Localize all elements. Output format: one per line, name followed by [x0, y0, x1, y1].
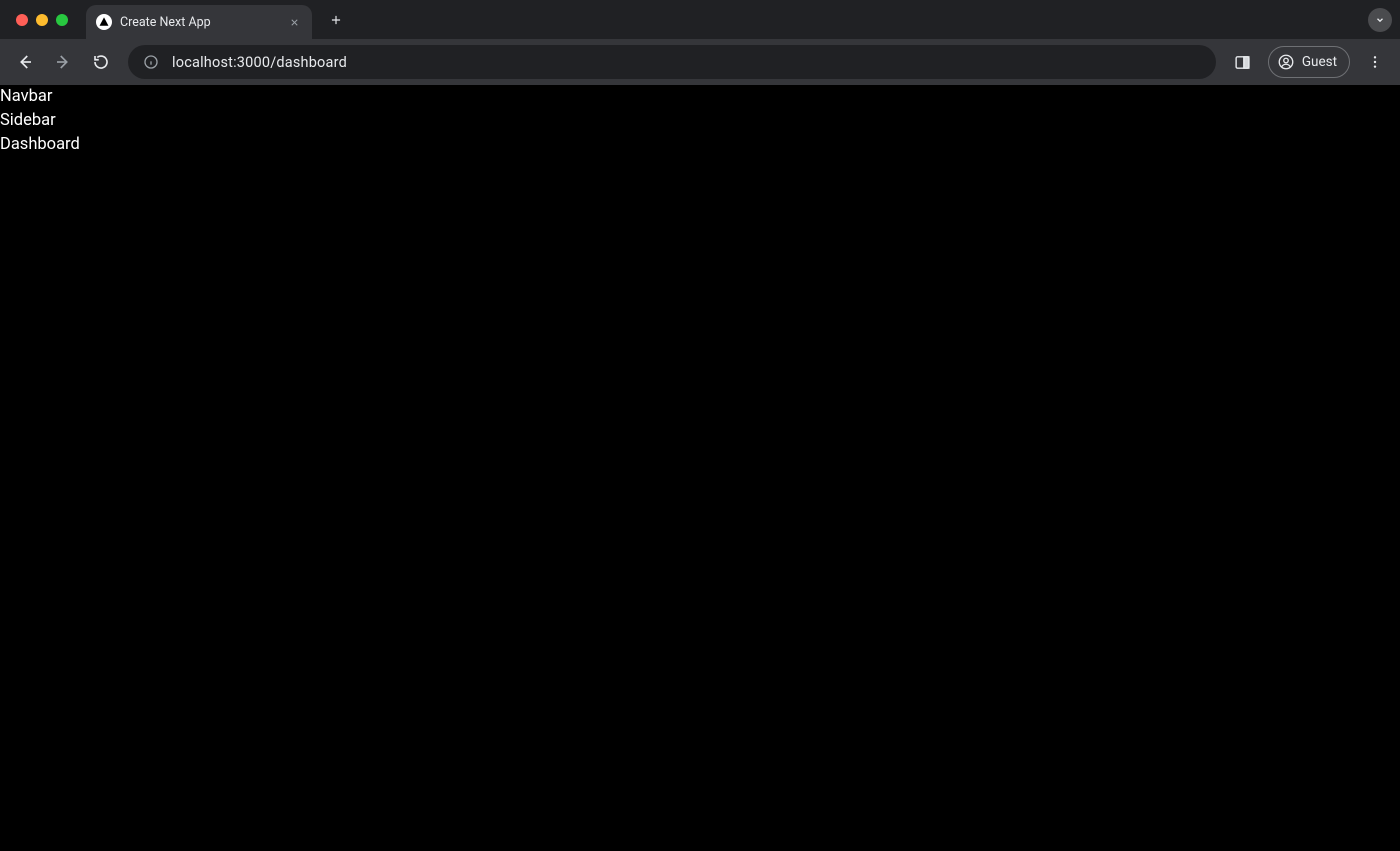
- address-bar[interactable]: localhost:3000/dashboard: [128, 45, 1216, 79]
- browser-tab[interactable]: Create Next App: [86, 5, 312, 39]
- forward-button[interactable]: [46, 45, 80, 79]
- profile-button[interactable]: Guest: [1268, 46, 1350, 78]
- dashboard-text: Dashboard: [0, 133, 1400, 157]
- url-text: localhost:3000/dashboard: [172, 54, 347, 71]
- side-panel-button[interactable]: [1226, 45, 1260, 79]
- window-minimize-button[interactable]: [36, 14, 48, 26]
- back-button[interactable]: [8, 45, 42, 79]
- browser-tab-strip: Create Next App: [0, 0, 1400, 39]
- new-tab-button[interactable]: [322, 6, 350, 34]
- window-controls: [16, 14, 68, 26]
- browser-toolbar: localhost:3000/dashboard Guest: [0, 39, 1400, 85]
- reload-button[interactable]: [84, 45, 118, 79]
- profile-icon: [1277, 53, 1295, 71]
- tabs-dropdown-button[interactable]: [1368, 8, 1392, 32]
- window-close-button[interactable]: [16, 14, 28, 26]
- profile-label: Guest: [1302, 54, 1337, 70]
- tab-close-button[interactable]: [286, 14, 302, 30]
- navbar-text: Navbar: [0, 85, 1400, 109]
- tab-favicon-icon: [96, 14, 112, 30]
- site-info-icon[interactable]: [142, 53, 160, 71]
- sidebar-text: Sidebar: [0, 109, 1400, 133]
- browser-menu-button[interactable]: [1358, 45, 1392, 79]
- tab-title: Create Next App: [120, 15, 286, 30]
- window-fullscreen-button[interactable]: [56, 14, 68, 26]
- page-viewport: Navbar Sidebar Dashboard: [0, 85, 1400, 851]
